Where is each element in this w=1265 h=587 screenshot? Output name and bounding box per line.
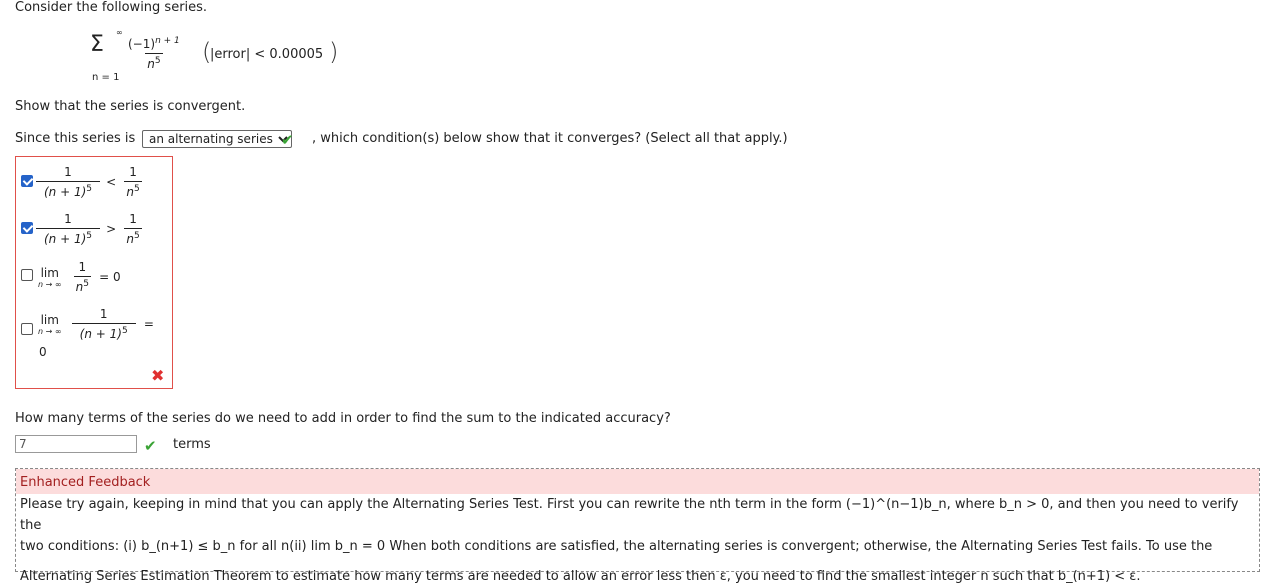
series-numerator: (−1) <box>128 37 156 51</box>
sum-upper: ∞ <box>116 28 123 37</box>
condition-1-checkbox[interactable] <box>21 175 33 187</box>
feedback-body: Please try again, keeping in mind that y… <box>16 494 1259 587</box>
terms-correct-icon: ✔ <box>144 437 157 455</box>
condition-4-lim: lim <box>40 312 59 327</box>
condition-3-lim-sub: n → ∞ <box>38 279 62 289</box>
condition-2-expression: 1 (n + 1)5 > 1 n5 <box>36 212 142 246</box>
condition-4-num: 1 <box>99 307 108 321</box>
condition-2-checkbox[interactable] <box>21 222 33 234</box>
condition-2-lhs-exp: 5 <box>86 231 93 241</box>
condition-2-lhs-den: (n + 1) <box>43 232 87 246</box>
intro-text: Consider the following series. <box>15 0 208 15</box>
condition-4-eq: = <box>143 316 154 331</box>
condition-3-eq: = 0 <box>99 269 121 284</box>
condition-4-den: (n + 1) <box>79 327 122 341</box>
sigma-symbol: Σ <box>90 32 104 57</box>
since-prefix: Since this series is <box>15 131 136 146</box>
series-type-correct-icon: ✔ <box>281 131 294 149</box>
terms-unit: terms <box>173 437 211 452</box>
enhanced-feedback: Enhanced Feedback Please try again, keep… <box>15 468 1260 584</box>
condition-2-rhs-num: 1 <box>129 212 137 226</box>
series-formula: ∞ Σ n = 1 (−1)n + 1 n5 ( |error| < 0.000… <box>90 28 350 88</box>
since-suffix: , which condition(s) below show that it … <box>312 131 788 146</box>
series-type-select[interactable]: an alternating series <box>142 130 292 148</box>
series-numerator-exp: n + 1 <box>155 36 180 46</box>
condition-2-lhs-num: 1 <box>64 212 72 226</box>
condition-1-rhs-den: n <box>126 185 134 199</box>
condition-4-lim-sub: n → ∞ <box>38 326 62 336</box>
condition-3-expression: lim n → ∞ 1 n5 = 0 <box>38 260 121 294</box>
feedback-line-3: Alternating Series Estimation Theorem to… <box>20 569 1141 584</box>
condition-2-rhs-den: n <box>126 232 134 246</box>
series-denominator: n <box>147 57 155 71</box>
condition-4-checkbox[interactable] <box>21 323 33 335</box>
feedback-title: Enhanced Feedback <box>16 469 1259 494</box>
feedback-line-1: Please try again, keeping in mind that y… <box>20 497 1239 533</box>
condition-3-num: 1 <box>78 260 87 274</box>
series-fraction: (−1)n + 1 n5 <box>126 36 182 71</box>
sum-lower: n = 1 <box>92 72 120 83</box>
condition-1-lhs-num: 1 <box>64 165 72 179</box>
condition-3-exp: 5 <box>83 279 90 289</box>
condition-4-exp: 5 <box>121 326 128 336</box>
condition-1-lhs-exp: 5 <box>86 184 93 194</box>
condition-1-rhs-exp: 5 <box>133 184 140 194</box>
accuracy-close-paren: ) <box>329 38 339 66</box>
condition-1-op: < <box>106 174 117 189</box>
condition-2-op: > <box>106 221 117 236</box>
convergent-prompt: Show that the series is convergent. <box>15 99 246 114</box>
condition-1-lhs-den: (n + 1) <box>43 185 87 199</box>
condition-1-rhs-num: 1 <box>129 165 137 179</box>
terms-answer-input[interactable]: 7 <box>15 435 137 453</box>
condition-4-expression: lim n → ∞ 1 (n + 1)5 = <box>38 307 154 341</box>
accuracy-text: |error| < 0.00005 <box>210 47 324 62</box>
condition-3-checkbox[interactable] <box>21 269 33 281</box>
series-denominator-exp: 5 <box>154 56 161 66</box>
conditions-box: 1 (n + 1)5 < 1 n5 1 (n + 1)5 > 1 n5 lim … <box>15 156 173 389</box>
conditions-incorrect-icon: ✖ <box>151 366 165 385</box>
condition-3-lim: lim <box>40 265 59 280</box>
condition-1-expression: 1 (n + 1)5 < 1 n5 <box>36 165 142 199</box>
condition-2-rhs-exp: 5 <box>133 231 140 241</box>
feedback-line-2: two conditions: (i) b_(n+1) ≤ b_n for al… <box>20 539 1213 554</box>
condition-4-value: 0 <box>39 345 47 359</box>
terms-question: How many terms of the series do we need … <box>15 411 671 426</box>
